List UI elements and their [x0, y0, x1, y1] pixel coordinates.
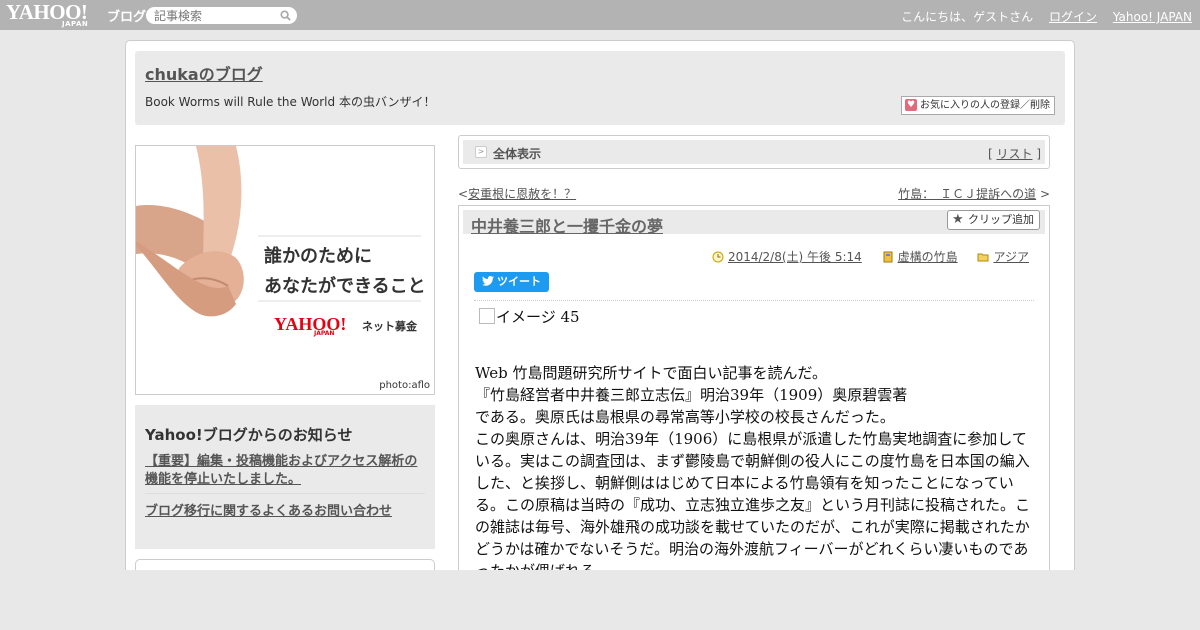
article-date: 2014/2/8(土) 午後 5:14: [712, 250, 866, 264]
favorite-register-label: お気に入りの人の登録／削除: [920, 100, 1050, 111]
article-body: Web 竹島問題研究所サイトで面白い記事を読んだ。 『竹島経営者中井養三郎立志伝…: [475, 362, 1037, 582]
ad-yahoo-japan: JAPAN: [314, 330, 335, 337]
article-paragraph: この奥原さんは、明治39年（1906）に島根県が派遣した竹島実地調査に参加してい…: [475, 430, 1031, 580]
article-header: 中井養三郎と一攫千金の夢 ★ クリップ追加: [463, 210, 1045, 237]
chevron-right-icon: >: [475, 146, 487, 158]
image-placeholder: イメージ 45: [479, 306, 580, 327]
broken-image-icon: [479, 308, 495, 324]
next-arrow: >: [1039, 187, 1050, 201]
article-folder-link[interactable]: アジア: [993, 250, 1029, 264]
view-all-label: 全体表示: [493, 147, 542, 161]
prev-post: <安重根に恩赦を！？: [458, 185, 576, 202]
view-mode-bar: > 全体表示 [ リスト ]: [458, 135, 1050, 169]
ad-service-name: ネット募金: [362, 320, 417, 333]
blog-description: Book Worms will Rule the World 本の虫バンザイ！: [145, 95, 436, 109]
dotted-divider: [474, 300, 1034, 301]
star-icon: ★: [952, 212, 964, 227]
prev-post-link[interactable]: 安重根に恩赦を！？: [468, 187, 576, 201]
clip-add-button[interactable]: ★ クリップ追加: [947, 210, 1040, 230]
ad-yahoo-logo: YAHOO!: [274, 314, 347, 334]
tweet-label: ツイート: [497, 275, 541, 288]
list-view-control: [ リスト ]: [988, 145, 1041, 162]
notice-box: Yahoo!ブログからのお知らせ 【重要】編集・投稿機能およびアクセス解析の機能…: [135, 405, 435, 549]
article-title[interactable]: 中井養三郎と一攫千金の夢: [471, 213, 663, 237]
greeting-text: こんにちは、ゲストさん: [901, 10, 1034, 24]
login-link[interactable]: ログイン: [1049, 10, 1097, 24]
article-paragraph: である。奥原氏は島根県の尋常高等小学校の校長さんだった。: [475, 408, 895, 426]
bracket-open: [: [987, 147, 993, 161]
tweet-button[interactable]: ツイート: [474, 272, 549, 292]
article-meta: 2014/2/8(土) 午後 5:14 虚構の竹島 アジア: [696, 248, 1029, 265]
logo-japan: JAPAN: [62, 20, 89, 28]
top-bar: YAHOO! JAPAN ブログ こんにちは、ゲストさん ログイン Yahoo!…: [0, 0, 1200, 30]
clip-add-label: クリップ追加: [968, 213, 1034, 226]
bottom-band: [0, 570, 1200, 630]
article-category-link[interactable]: 虚構の竹島: [898, 250, 958, 264]
ad-message-line1: 誰かのために: [264, 246, 372, 267]
ad-photo-credit: photo:aflo: [379, 380, 430, 391]
image-alt-text: イメージ 45: [496, 308, 580, 326]
view-mode-inner: > 全体表示 [ リスト ]: [463, 140, 1045, 164]
blog-title-link[interactable]: chukaのブログ: [145, 61, 263, 85]
notice-heading: Yahoo!ブログからのお知らせ: [145, 426, 353, 444]
list-view-link[interactable]: リスト: [996, 147, 1032, 161]
prev-arrow: <: [458, 187, 469, 201]
bracket-close: ]: [1036, 147, 1041, 161]
notice-link-faq[interactable]: ブログ移行に関するよくあるお問い合わせ: [145, 500, 392, 519]
twitter-bird-icon: [482, 276, 494, 286]
donation-banner-ad[interactable]: 誰かのために あなたができること YAHOO! JAPAN ネット募金 phot…: [135, 145, 435, 395]
search-icon[interactable]: [280, 10, 291, 21]
logo-blog: ブログ: [107, 10, 147, 25]
clock-icon: [712, 251, 724, 263]
article: 中井養三郎と一攫千金の夢 ★ クリップ追加 2014/2/8(土) 午後 5:1…: [458, 205, 1050, 625]
article-folder: アジア: [977, 250, 1029, 264]
article-paragraph: Web 竹島問題研究所サイトで面白い記事を読んだ。: [475, 364, 827, 382]
search-input[interactable]: [154, 8, 274, 23]
ad-message-line2: あなたができること: [264, 276, 426, 297]
next-post-link[interactable]: 竹島： ＩＣＪ提訴への道: [898, 187, 1036, 201]
search-box: [146, 7, 297, 24]
favorite-register-button[interactable]: ♥ お気に入りの人の登録／削除: [901, 96, 1055, 115]
article-date-link[interactable]: 2014/2/8(土) 午後 5:14: [728, 250, 862, 264]
notice-divider: [145, 493, 425, 494]
top-links: こんにちは、ゲストさん ログイン Yahoo! JAPAN: [889, 8, 1192, 25]
blog-header: chukaのブログ Book Worms will Rule the World…: [135, 51, 1065, 125]
heart-icon: ♥: [905, 99, 917, 111]
folder-icon: [977, 253, 989, 262]
book-icon: [883, 251, 893, 263]
yahoo-japan-link[interactable]: Yahoo! JAPAN: [1113, 10, 1192, 24]
article-category: 虚構の竹島: [882, 250, 962, 264]
page-container: chukaのブログ Book Worms will Rule the World…: [125, 40, 1075, 630]
notice-link-important[interactable]: 【重要】編集・投稿機能およびアクセス解析の機能を停止いたしました。: [145, 453, 428, 489]
article-paragraph: 『竹島経営者中井養三郎立志伝』明治39年（1909）奥原碧雲著: [475, 386, 908, 404]
handshake-image: [136, 146, 421, 317]
next-post: 竹島： ＩＣＪ提訴への道 >: [898, 185, 1050, 202]
logo-text: YAHOO!: [6, 0, 88, 24]
